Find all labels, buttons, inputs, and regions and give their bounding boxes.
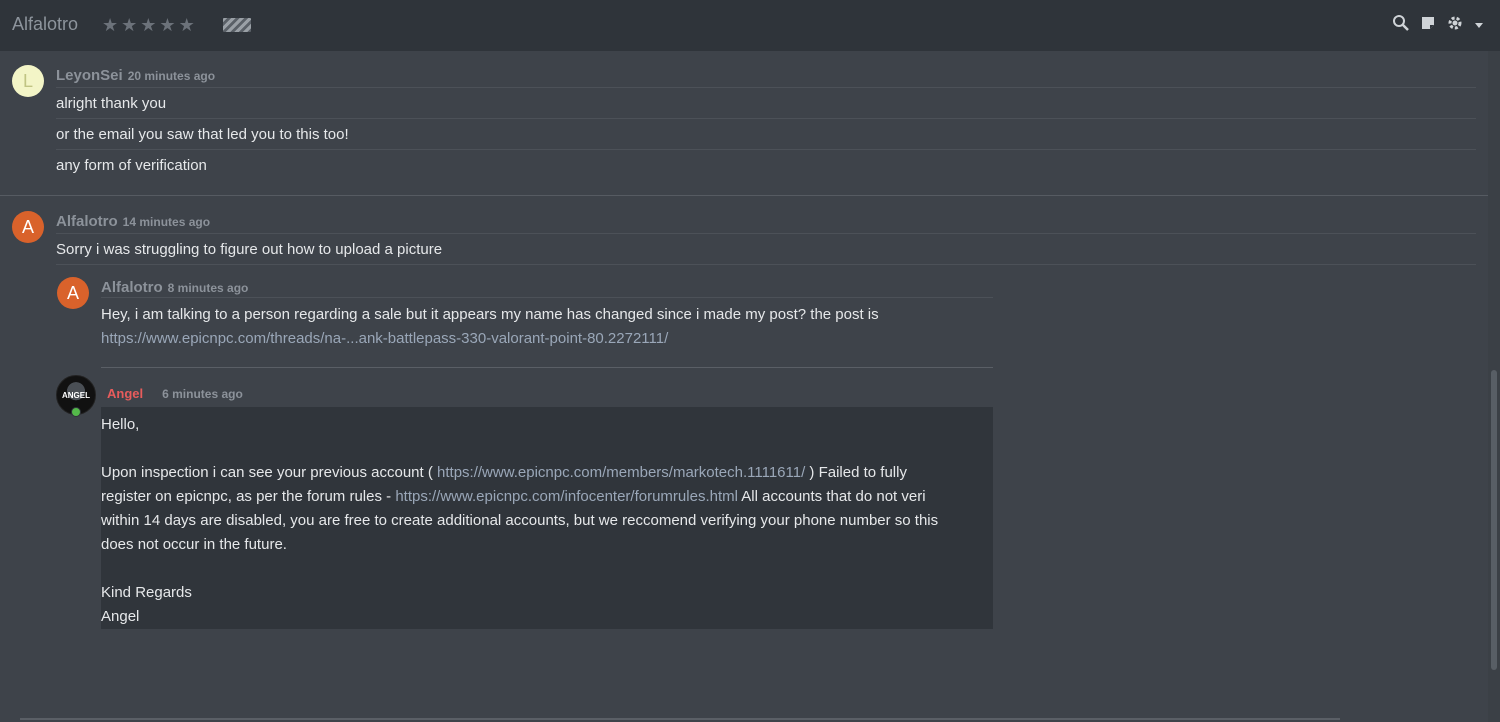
avatar[interactable]: ANGEL bbox=[56, 375, 96, 417]
conversation-header: Alfalotro ★ ★ ★ ★ ★ bbox=[0, 0, 1500, 51]
rating-stars[interactable]: ★ ★ ★ ★ ★ bbox=[102, 16, 195, 34]
divider bbox=[56, 264, 1476, 265]
message-text: Sorry i was struggling to figure out how… bbox=[56, 233, 1476, 264]
star-icon[interactable]: ★ bbox=[121, 16, 137, 34]
message-text: any form of verification bbox=[56, 149, 1476, 180]
reply-message-body: Hello, Upon inspection i can see your pr… bbox=[101, 407, 993, 629]
note-icon[interactable] bbox=[1420, 15, 1436, 36]
message-header: Alfalotro 14 minutes ago bbox=[56, 213, 210, 230]
online-status-icon bbox=[71, 407, 81, 417]
star-icon[interactable]: ★ bbox=[102, 16, 118, 34]
username[interactable]: Alfalotro bbox=[101, 279, 163, 296]
username[interactable]: Angel bbox=[107, 386, 143, 401]
reply-editor-border bbox=[20, 718, 1340, 720]
timestamp: 8 minutes ago bbox=[167, 281, 249, 295]
message-header: LeyonSei 20 minutes ago bbox=[56, 67, 215, 84]
username[interactable]: LeyonSei bbox=[56, 67, 123, 84]
message-text: or the email you saw that led you to thi… bbox=[56, 118, 1476, 149]
profile-link[interactable]: https://www.epicnpc.com/members/markotec… bbox=[437, 464, 805, 481]
gear-icon[interactable] bbox=[1446, 14, 1464, 37]
forum-rules-link[interactable]: https://www.epicnpc.com/infocenter/forum… bbox=[395, 488, 738, 505]
avatar[interactable]: A bbox=[57, 277, 89, 309]
caret-down-icon[interactable] bbox=[1474, 17, 1484, 35]
avatar[interactable]: A bbox=[12, 211, 44, 243]
scrollbar-thumb[interactable] bbox=[1491, 370, 1497, 670]
message-list[interactable]: L LeyonSei 20 minutes ago alright thank … bbox=[0, 51, 1488, 719]
thread-link[interactable]: https://www.epicnpc.com/threads/na-...an… bbox=[101, 327, 993, 351]
star-icon[interactable]: ★ bbox=[159, 16, 175, 34]
search-icon[interactable] bbox=[1392, 14, 1410, 37]
flag-icon[interactable] bbox=[223, 18, 251, 32]
divider bbox=[101, 367, 993, 368]
message-header: Alfalotro 8 minutes ago bbox=[101, 279, 248, 296]
star-icon[interactable]: ★ bbox=[140, 16, 156, 34]
star-icon[interactable]: ★ bbox=[179, 16, 195, 34]
username[interactable]: Alfalotro bbox=[56, 213, 118, 230]
message-header: Angel 6 minutes ago bbox=[107, 386, 243, 401]
timestamp: 20 minutes ago bbox=[127, 69, 216, 83]
avatar[interactable]: L bbox=[12, 65, 44, 97]
timestamp: 6 minutes ago bbox=[162, 387, 243, 401]
conversation-title: Alfalotro bbox=[12, 14, 79, 34]
divider bbox=[0, 195, 1488, 196]
timestamp: 14 minutes ago bbox=[122, 215, 211, 229]
message-text: alright thank you bbox=[56, 87, 1476, 118]
message-text: Hey, i am talking to a person regarding … bbox=[101, 297, 993, 367]
